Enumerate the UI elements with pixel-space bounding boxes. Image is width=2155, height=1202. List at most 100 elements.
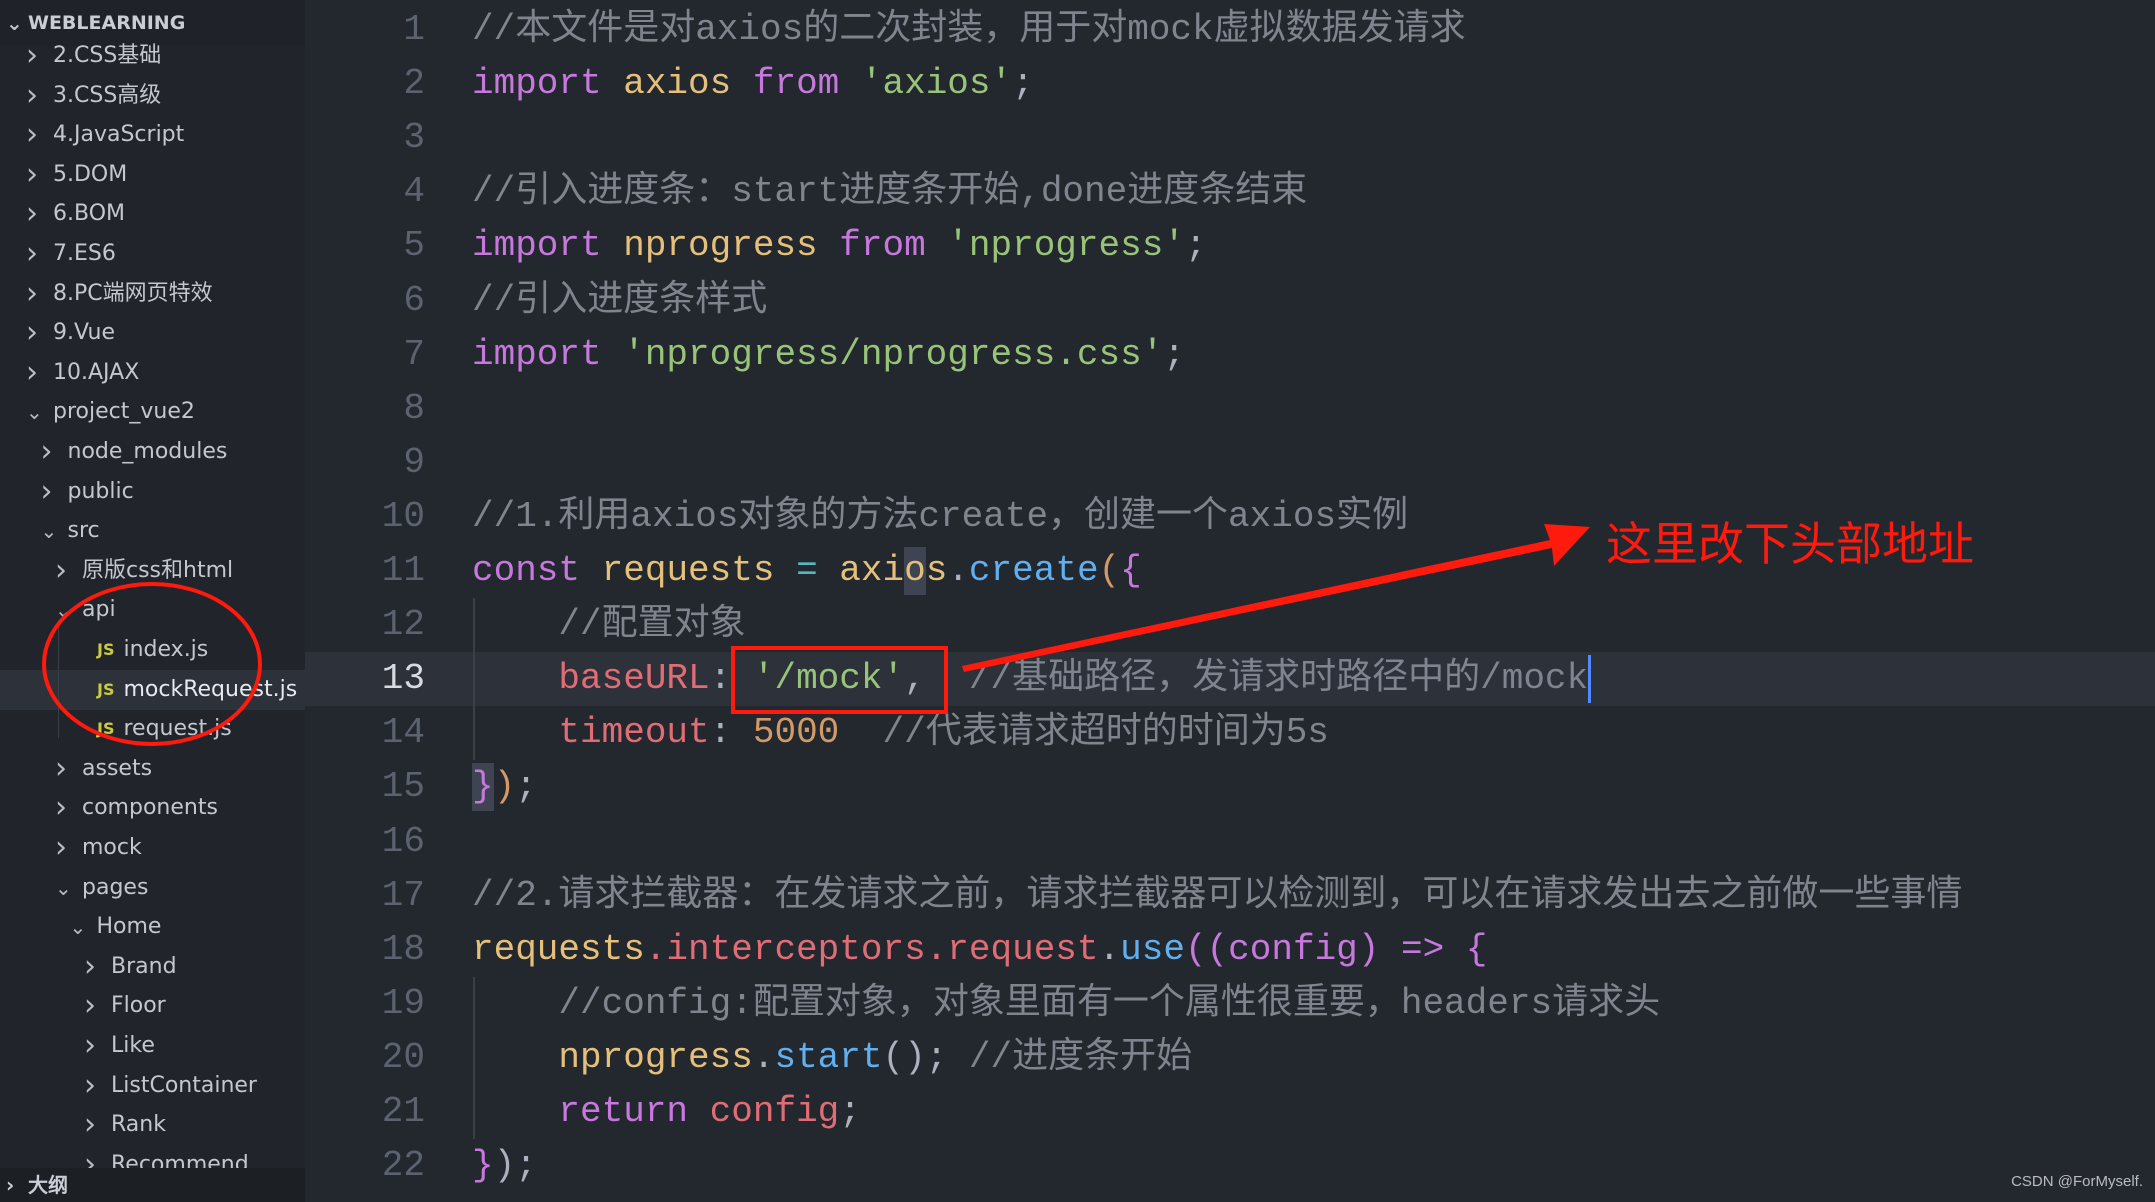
tree-folder-item[interactable]: › 10.AJAX [0, 353, 305, 393]
code-token-number: ( [1098, 550, 1121, 591]
line-number: 10 [381, 495, 425, 537]
code-token-comment: //配置对象 [472, 604, 746, 646]
code-token-comment: //本文件是对axios的二次封装，用于对mock虚拟数据发请求 [472, 9, 1466, 50]
code-token-punct: ; [1163, 333, 1185, 375]
tree-folder-item[interactable]: › 9.Vue [0, 313, 305, 353]
indent-guide [58, 620, 59, 738]
code-line[interactable]: const requests = axios.create({ [472, 544, 1142, 598]
code-token-string: '/mock' [752, 658, 905, 700]
code-token-keyword: return [472, 1091, 689, 1132]
code-line[interactable]: import axios from 'axios'; [472, 57, 1034, 111]
tree-folder-item[interactable]: › 2.CSS基础 [0, 36, 305, 76]
code-line[interactable]: //配置对象 [472, 598, 746, 652]
chevron-right-icon: › [84, 1067, 96, 1103]
code-token-string: 'nprogress' [925, 225, 1185, 267]
annotation-text: 这里改下头部地址 [1606, 517, 1974, 571]
tree-folder-item[interactable]: › 5.DOM [0, 155, 305, 195]
tree-folder-item[interactable]: ⌄ Home [0, 907, 305, 947]
code-token-keyword: import [472, 333, 602, 375]
code-token-punct: ; [839, 1091, 861, 1132]
code-token-comment: //config:配置对象，对象里面有一个属性很重要，headers请求头 [472, 982, 1661, 1024]
tree-folder-item[interactable]: › Rank [0, 1105, 305, 1145]
code-line[interactable]: //config:配置对象，对象里面有一个属性很重要，headers请求头 [472, 977, 1660, 1031]
line-number: 14 [381, 712, 425, 754]
code-line[interactable]: //引入进度条：start进度条开始,done进度条结束 [472, 165, 1307, 219]
code-line[interactable]: //本文件是对axios的二次封装，用于对mock虚拟数据发请求 [472, 3, 1466, 57]
tree-folder-item[interactable]: › Floor [0, 986, 305, 1026]
tree-folder-item[interactable]: › Like [0, 1026, 305, 1066]
code-line[interactable]: //2.请求拦截器：在发请求之前，请求拦截器可以检测到，可以在请求发出去之前做一… [472, 869, 1962, 923]
tree-item-label: 7.ES6 [53, 241, 116, 266]
tree-file-item[interactable]: JS index.js [0, 630, 305, 670]
code-token-comment: //代表请求超时的时间为5s [839, 712, 1329, 754]
code-line[interactable]: nprogress.start(); //进度条开始 [472, 1031, 1192, 1085]
tree-item-label: mockRequest.js [123, 676, 298, 702]
code-token-variable: requests [472, 928, 645, 970]
chevron-right-icon: › [84, 948, 96, 984]
code-line[interactable]: }); [472, 760, 537, 814]
line-number: 8 [403, 387, 425, 429]
tree-folder-item[interactable]: ⌄ src [0, 511, 305, 551]
code-line[interactable]: baseURL: '/mock', //基础路径，发请求时路径中的/mock [472, 652, 1592, 706]
code-editor[interactable]: 1 //本文件是对axios的二次封装，用于对mock虚拟数据发请求 2 import… [305, 0, 2155, 1202]
tree-file-item[interactable]: JS request.js [0, 709, 305, 749]
tree-item-label: project_vue2 [53, 399, 195, 425]
tree-item-label: Brand [111, 953, 177, 979]
tree-item-label: 2.CSS基础 [53, 43, 162, 68]
code-line[interactable]: requests.interceptors.request.use((confi… [472, 923, 1487, 977]
code-token-punct: ; [515, 766, 537, 808]
tree-item-label: 3.CSS高级 [53, 82, 162, 108]
tree-folder-item[interactable]: › 6.BOM [0, 194, 305, 234]
tree-file-item[interactable]: JS mockRequest.js [0, 669, 305, 710]
tree-folder-item[interactable]: › components [0, 788, 305, 828]
tree-item-label: src [67, 518, 100, 544]
chevron-down-icon: ⌄ [69, 915, 87, 940]
js-file-icon: JS [97, 640, 115, 659]
code-line[interactable]: //引入进度条样式 [472, 274, 767, 328]
code-line[interactable]: timeout: 5000 //代表请求超时的时间为5s [472, 706, 1329, 760]
line-number: 15 [381, 766, 425, 808]
code-token-punct: ); [493, 1145, 537, 1187]
code-line[interactable]: return config; [472, 1085, 861, 1139]
line-number: 19 [381, 982, 425, 1024]
tree-folder-item[interactable]: › Brand [0, 947, 305, 987]
chevron-down-icon: ⌄ [26, 400, 43, 425]
tree-folder-item[interactable]: ⌄ api [0, 590, 305, 630]
code-line[interactable]: }); [472, 1139, 537, 1193]
tree-folder-item[interactable]: › node_modules [0, 432, 305, 472]
chevron-down-icon: ⌄ [40, 519, 58, 544]
tree-folder-item[interactable]: ⌄ project_vue2 [0, 392, 305, 432]
chevron-right-icon: › [26, 77, 38, 113]
tree-folder-item[interactable]: › public [0, 472, 305, 512]
code-line[interactable]: //1.利用axios对象的方法create，创建一个axios实例 [472, 490, 1408, 544]
tree-folder-item[interactable]: › 4.JavaScript [0, 115, 305, 155]
tree-folder-item[interactable]: › 3.CSS高级 [0, 76, 305, 116]
code-token-punct: . [752, 1036, 775, 1078]
chevron-right-icon: › [84, 988, 96, 1024]
line-number: 3 [403, 117, 425, 159]
code-line[interactable]: import 'nprogress/nprogress.css'; [472, 328, 1185, 382]
code-token-keyword: import [472, 225, 602, 267]
tree-item-label: Rank [111, 1112, 166, 1138]
tree-item-label: 4.JavaScript [53, 122, 185, 148]
code-line[interactable]: import nprogress from 'nprogress'; [472, 219, 1207, 273]
tree-folder-item[interactable]: › 8.PC端网页特效 [0, 274, 305, 314]
tree-folder-item[interactable]: › 原版css和html [0, 551, 305, 591]
chevron-right-icon: › [55, 790, 67, 826]
tree-folder-item[interactable]: › 7.ES6 [0, 234, 305, 274]
tree-folder-item[interactable]: ⌄ pages [0, 868, 305, 908]
code-token-keyword: from [839, 225, 926, 267]
code-token-keyword: from [752, 63, 840, 105]
code-token-variable: axios [817, 550, 948, 591]
code-token-number: 5000 [752, 712, 840, 754]
line-number: 11 [381, 550, 425, 591]
outline-section-header[interactable]: › 大纲 [0, 1168, 305, 1202]
watermark: CSDN @ForMyself. [2011, 1173, 2143, 1190]
chevron-right-icon: › [40, 473, 53, 509]
tree-item-label: ListContainer [111, 1072, 257, 1098]
tree-folder-item[interactable]: › mock [0, 828, 305, 868]
tree-folder-item[interactable]: › assets [0, 749, 305, 789]
chevron-down-icon: ⌄ [55, 875, 72, 900]
code-token-comment: //引入进度条：start进度条开始,done进度条结束 [472, 171, 1308, 213]
tree-folder-item[interactable]: › ListContainer [0, 1066, 305, 1106]
